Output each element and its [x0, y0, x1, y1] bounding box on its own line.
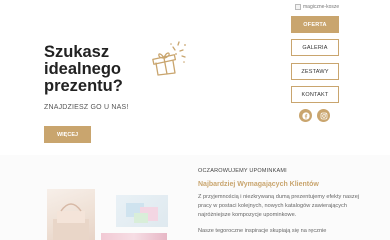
gift-icon	[152, 41, 186, 76]
nav-item-kontakt[interactable]: KONTAKT	[291, 86, 339, 103]
broken-image-icon	[295, 4, 301, 10]
section-paragraph-1: Z przyjemnością i niezkrywaną dumą preze…	[198, 194, 360, 218]
hero-headline: Szukasz idealnego prezentu?	[44, 43, 123, 95]
facebook-link[interactable]	[299, 109, 312, 122]
instagram-icon	[320, 112, 327, 119]
more-button[interactable]: WIĘCEJ	[44, 126, 91, 143]
nav-item-zestawy[interactable]: ZESTAWY	[291, 63, 339, 80]
gift-photo-2	[116, 195, 168, 227]
facebook-icon	[301, 111, 310, 120]
section-paragraph-2: Nasze tegoroczne inspiracje skupiają się…	[198, 228, 327, 234]
logo-alt-text: magiczne-kosze	[303, 4, 340, 10]
instagram-link[interactable]	[317, 109, 330, 122]
gift-photo-1	[47, 189, 95, 240]
gift-basket-image	[53, 203, 89, 240]
site-logo[interactable]: magiczne-kosze	[295, 4, 339, 10]
section-label: OCZAROWUJEMY UPOMINKAMI	[198, 168, 287, 174]
gift-photo-3	[101, 233, 167, 240]
section-title: Najbardziej Wymagających Klientów	[198, 181, 319, 188]
hero-tagline: ZNAJDZIESZ GO U NAS!	[44, 104, 129, 111]
nav-item-galeria[interactable]: GALERIA	[291, 39, 339, 56]
gift-boxes-image	[126, 203, 158, 223]
nav-item-oferta[interactable]: OFERTA	[291, 16, 339, 33]
